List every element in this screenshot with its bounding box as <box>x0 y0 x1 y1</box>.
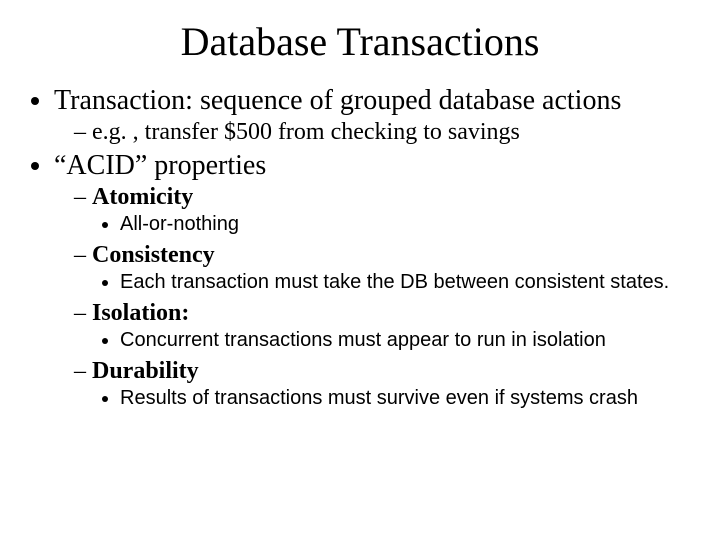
slide-title: Database Transactions <box>20 18 700 65</box>
list-item: Concurrent transactions must appear to r… <box>120 329 700 352</box>
list-item: All-or-nothing <box>120 213 700 236</box>
bullet-text: All-or-nothing <box>120 213 239 235</box>
list-item: Atomicity All-or-nothing <box>74 184 700 236</box>
bullet-text: Concurrent transactions must appear to r… <box>120 329 606 351</box>
list-item: “ACID” properties Atomicity All-or-nothi… <box>54 150 700 410</box>
bullet-list-level2: e.g. , transfer $500 from checking to sa… <box>54 119 700 146</box>
bullet-list-level3: Results of transactions must survive eve… <box>74 387 700 410</box>
bullet-text: Durability <box>92 358 199 384</box>
bullet-text: “ACID” properties <box>54 150 266 181</box>
bullet-list-level2: Atomicity All-or-nothing Consistency Eac… <box>54 184 700 410</box>
list-item: Isolation: Concurrent transactions must … <box>74 300 700 352</box>
bullet-list-level3: All-or-nothing <box>74 213 700 236</box>
bullet-list-level1: Transaction: sequence of grouped databas… <box>20 85 700 410</box>
bullet-text: Results of transactions must survive eve… <box>120 387 638 409</box>
list-item: e.g. , transfer $500 from checking to sa… <box>74 119 700 146</box>
slide: Database Transactions Transaction: seque… <box>0 0 720 540</box>
list-item: Durability Results of transactions must … <box>74 358 700 410</box>
bullet-text: Consistency <box>92 242 215 268</box>
bullet-text: Atomicity <box>92 184 193 210</box>
bullet-text: Each transaction must take the DB betwee… <box>120 271 669 293</box>
list-item: Results of transactions must survive eve… <box>120 387 700 410</box>
list-item: Transaction: sequence of grouped databas… <box>54 85 700 146</box>
bullet-text: e.g. , transfer $500 from checking to sa… <box>92 119 520 145</box>
bullet-text: Transaction: sequence of grouped databas… <box>54 85 621 116</box>
list-item: Each transaction must take the DB betwee… <box>120 271 700 294</box>
bullet-list-level3: Each transaction must take the DB betwee… <box>74 271 700 294</box>
list-item: Consistency Each transaction must take t… <box>74 242 700 294</box>
bullet-list-level3: Concurrent transactions must appear to r… <box>74 329 700 352</box>
bullet-text: Isolation: <box>92 300 189 326</box>
